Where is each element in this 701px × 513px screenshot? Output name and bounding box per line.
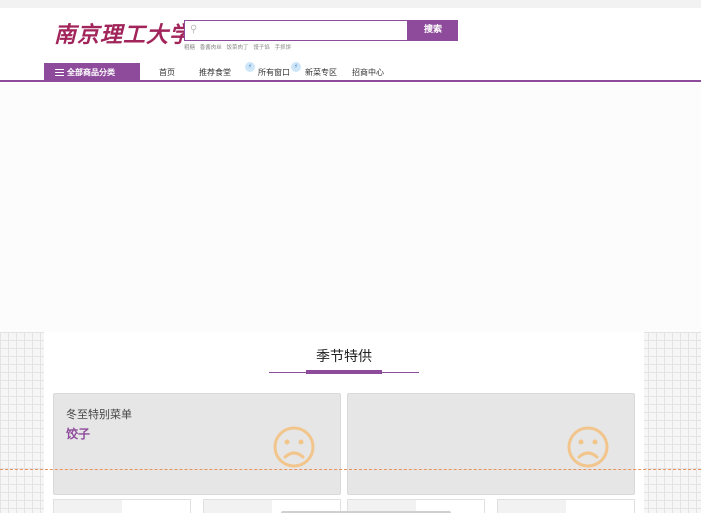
hot-words: 粗糖 香酱肉丝 饭菜肉丁 馒子馅 手抓饼 <box>184 43 294 51</box>
hot-word-link[interactable]: 馒子馅 <box>253 45 270 51</box>
nav-item-all-windows[interactable]: 所有窗口 <box>258 63 290 82</box>
promo-card-heading: 冬至特别菜单 <box>66 408 132 421</box>
lightning-icon: ⚡ <box>291 62 301 72</box>
promo-card-dish: 饺子 <box>66 427 91 441</box>
hot-word-link[interactable]: 香酱肉丝 <box>200 45 222 51</box>
top-strip <box>0 0 701 8</box>
all-categories-button[interactable]: 全部商品分类 <box>44 63 140 82</box>
hot-word-link[interactable]: 手抓饼 <box>275 45 292 51</box>
dashed-guide-line <box>0 469 701 470</box>
sad-face-icon <box>273 426 315 468</box>
site-logo[interactable]: 南京理工大学 <box>54 17 192 49</box>
nav-item-new-dishes[interactable]: 新菜专区 <box>305 63 337 82</box>
search-button[interactable]: 搜索 <box>408 20 458 41</box>
main-nav: 全部商品分类 首页 推荐食堂 ⚡ 所有窗口 ⚡ 新菜专区 招商中心 <box>0 62 701 82</box>
banner-area <box>0 84 701 332</box>
nav-item-home[interactable]: 首页 <box>159 63 175 82</box>
lightning-icon: ⚡ <box>245 62 255 72</box>
promo-card[interactable]: 冬至特别菜单 饺子 <box>53 393 341 495</box>
all-categories-label: 全部商品分类 <box>67 68 115 77</box>
hot-word-link[interactable]: 粗糖 <box>184 45 195 51</box>
section-title: 季节特供 <box>316 349 372 365</box>
sad-face-icon <box>567 426 609 468</box>
nav-item-merchant-center[interactable]: 招商中心 <box>352 63 384 82</box>
promo-card[interactable] <box>347 393 635 495</box>
hot-word-link[interactable]: 饭菜肉丁 <box>227 45 249 51</box>
product-tile[interactable] <box>497 499 635 513</box>
nav-item-recommended-canteens[interactable]: 推荐食堂 <box>199 63 231 82</box>
search-icon: ⚲ <box>190 24 198 35</box>
menu-icon <box>55 67 64 78</box>
product-tile[interactable] <box>53 499 191 513</box>
title-underline-accent <box>306 370 382 374</box>
search-input[interactable] <box>201 22 401 39</box>
search-box[interactable]: ⚲ <box>184 20 408 41</box>
seasonal-section: 季节特供 冬至特别菜单 饺子 <box>44 332 644 513</box>
